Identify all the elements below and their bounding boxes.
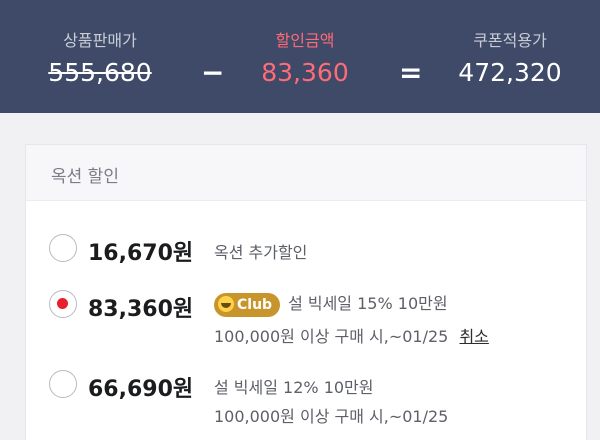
smile-icon — [218, 295, 234, 312]
original-price-label: 상품판매가 — [63, 31, 137, 50]
club-badge: Club — [214, 292, 281, 317]
discount-label: 할인금액 — [275, 31, 335, 50]
equals-operator: = — [399, 56, 423, 89]
radio-button[interactable] — [49, 234, 77, 262]
option-description-row: Club 설 빅세일 15% 10만원 — [214, 290, 448, 317]
option-amount: 66,690원 — [88, 377, 194, 402]
auction-discount-card: 옥션 할인 16,670원 옥션 추가할인 83,360원 Club 설 빅세일 … — [25, 144, 587, 440]
card-header: 옥션 할인 — [26, 145, 586, 201]
discount-option-2[interactable]: 83,360원 Club 설 빅세일 15% 10만원 100,000원 이상 구… — [26, 281, 586, 361]
price-summary-bar: 상품판매가 555,680 − 할인금액 83,360 = 쿠폰적용가 472,… — [0, 0, 600, 113]
option-description: 옥션 추가할인 — [214, 243, 308, 262]
club-badge-label: Club — [237, 296, 273, 313]
option-condition: 100,000원 이상 구매 시,~01/25 — [214, 407, 449, 426]
discount-value: 83,360 — [261, 58, 349, 87]
radio-button[interactable] — [49, 370, 77, 398]
original-price-value: 555,680 — [48, 58, 152, 87]
cancel-link[interactable]: 취소 — [459, 327, 488, 346]
option-amount: 83,360원 — [88, 297, 194, 322]
section-title: 옥션 할인 — [51, 167, 119, 187]
radio-button-selected[interactable] — [49, 290, 77, 318]
option-description: 설 빅세일 12% 10만원 — [214, 378, 374, 397]
minus-operator: − — [201, 56, 225, 89]
option-amount: 16,670원 — [88, 241, 194, 266]
option-condition: 100,000원 이상 구매 시,~01/25 — [214, 327, 449, 346]
discount-option-1[interactable]: 16,670원 옥션 추가할인 — [26, 201, 586, 281]
final-price-label: 쿠폰적용가 — [473, 31, 547, 50]
discount-option-3[interactable]: 66,690원 설 빅세일 12% 10만원 100,000원 이상 구매 시,… — [26, 361, 586, 440]
final-price-value: 472,320 — [458, 58, 562, 87]
option-description: 설 빅세일 15% 10만원 — [288, 294, 448, 313]
option-condition-row: 100,000원 이상 구매 시,~01/25 취소 — [214, 323, 489, 347]
